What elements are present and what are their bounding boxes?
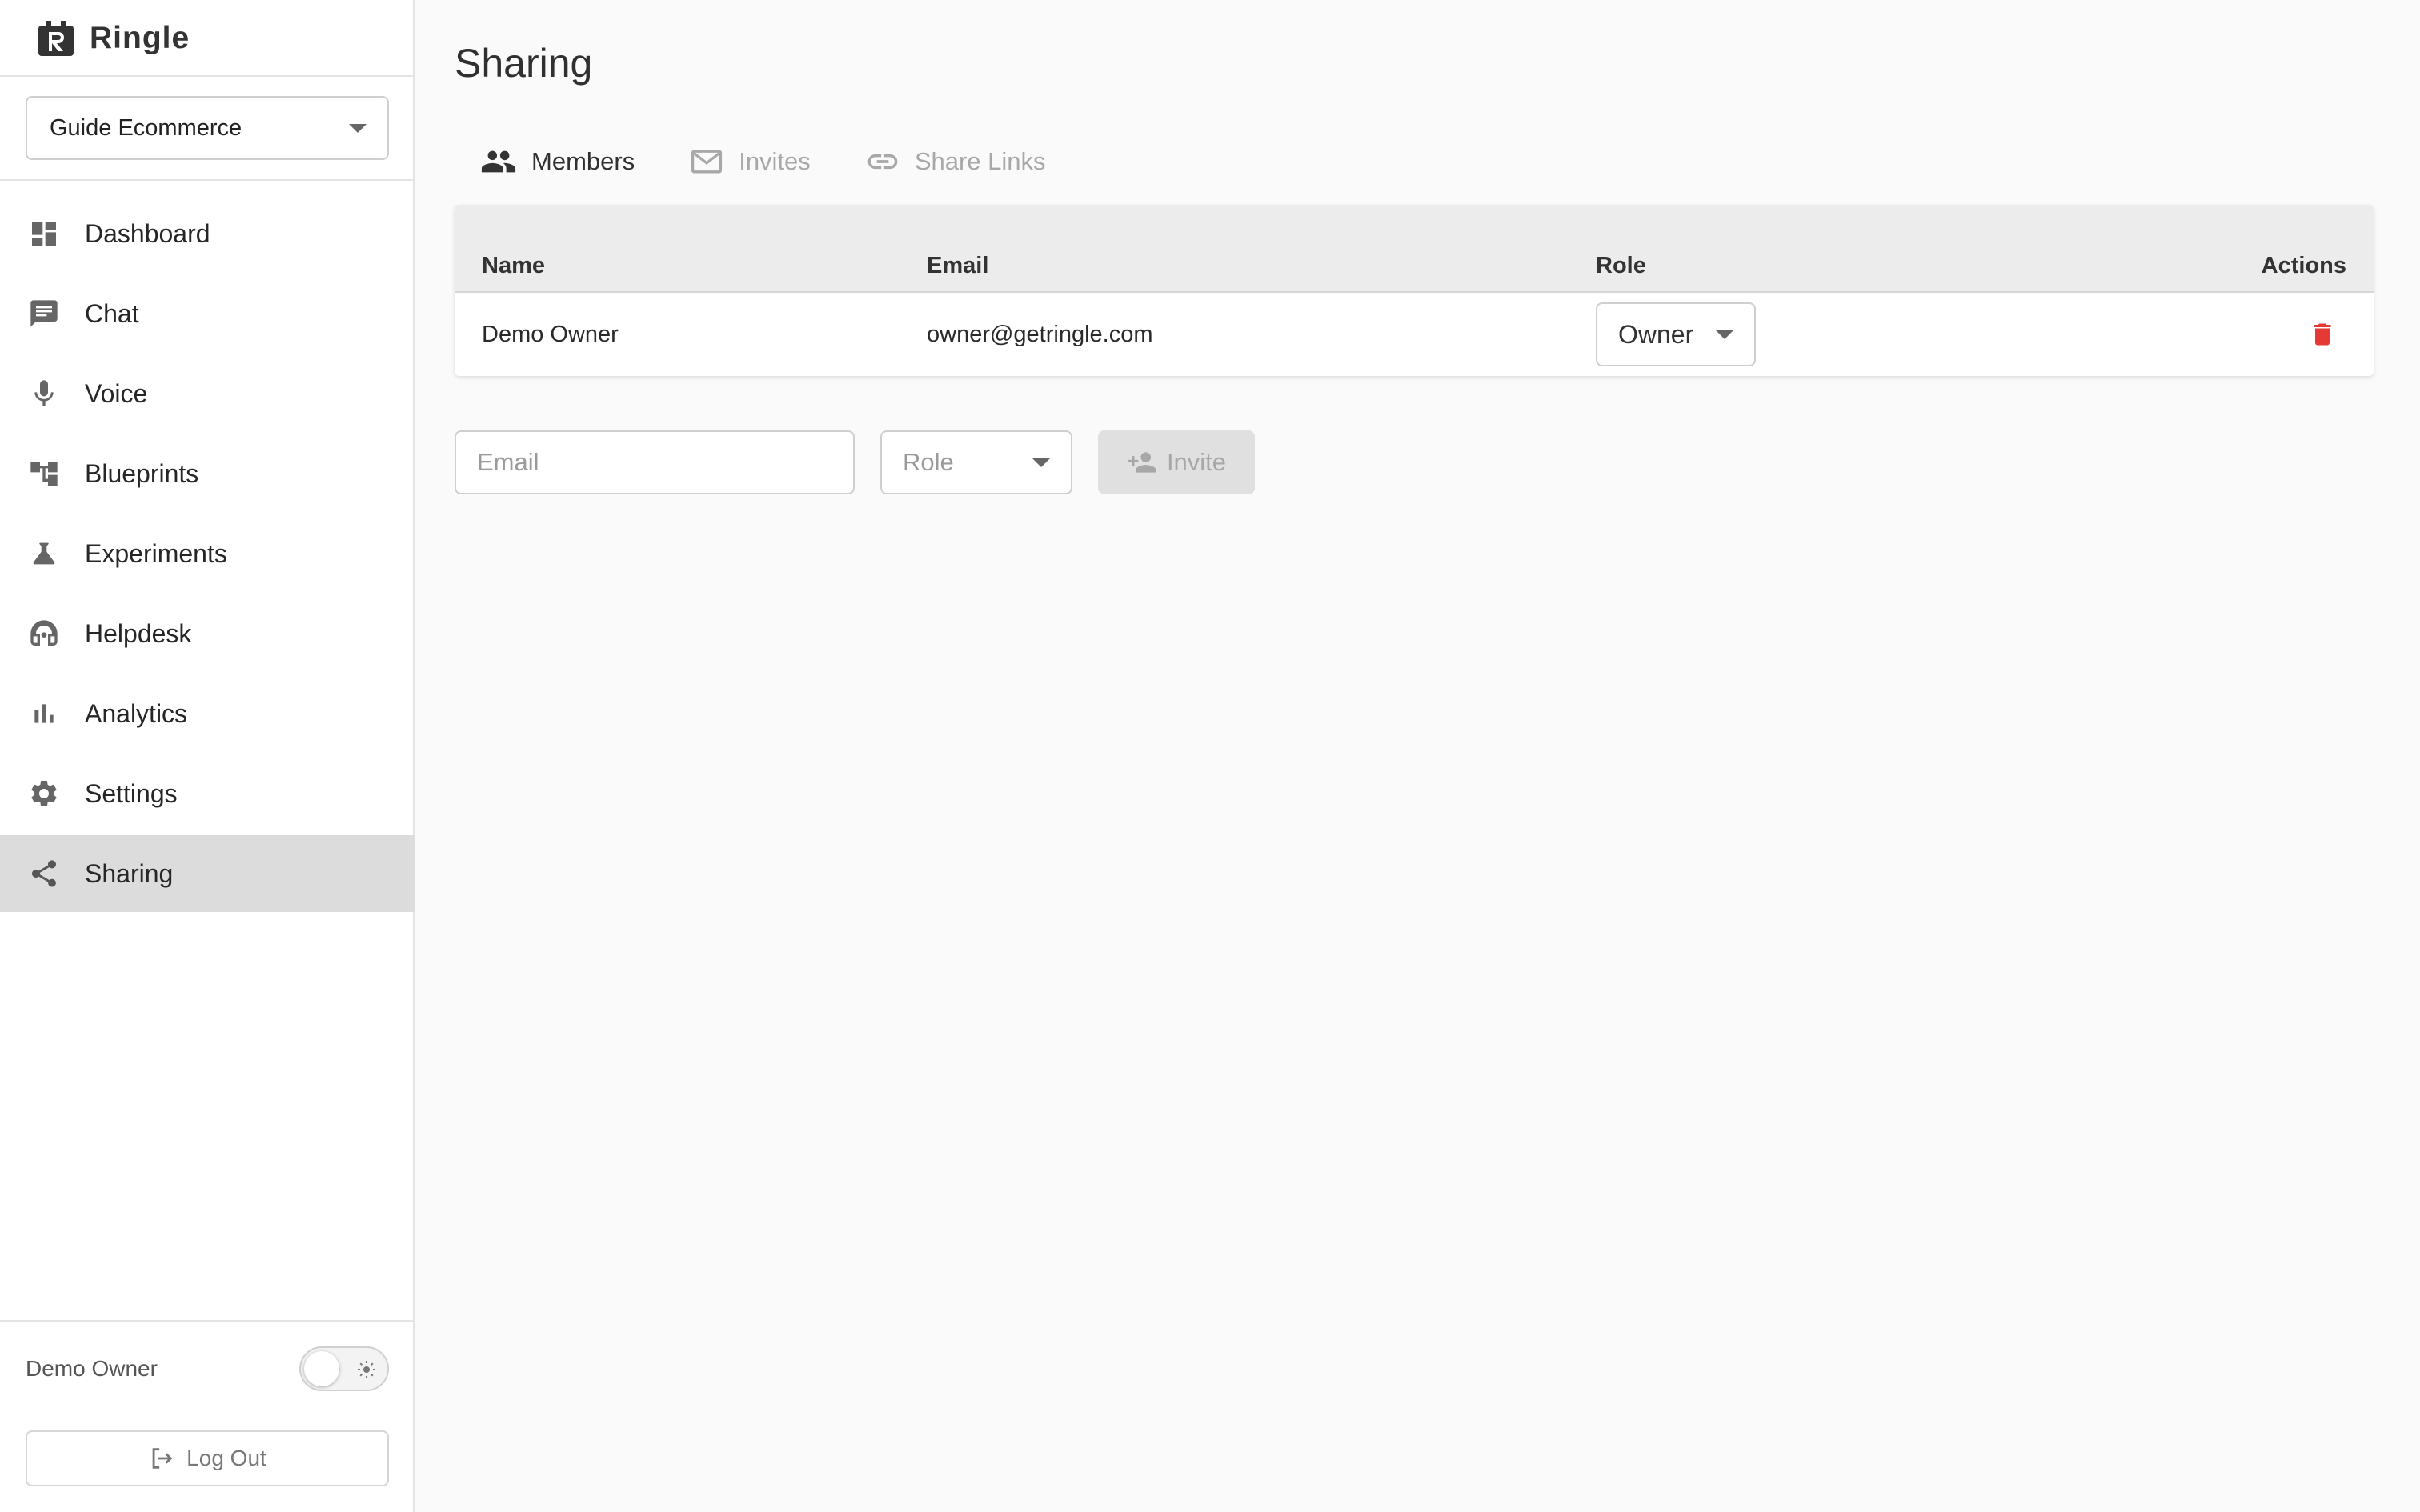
headset-icon bbox=[27, 617, 61, 650]
column-header-name[interactable]: Name bbox=[482, 253, 545, 279]
brand-name: Ringle bbox=[90, 21, 190, 55]
dashboard-icon bbox=[27, 217, 61, 250]
sun-icon bbox=[357, 1360, 376, 1379]
sidebar-item-blueprints[interactable]: Blueprints bbox=[0, 435, 415, 512]
microphone-icon bbox=[27, 377, 61, 410]
table-header: Name Email Role Actions bbox=[455, 205, 2374, 293]
project-select-value: Guide Ecommerce bbox=[50, 114, 242, 141]
sidebar-item-helpdesk[interactable]: Helpdesk bbox=[0, 595, 415, 672]
delete-icon[interactable] bbox=[2308, 320, 2337, 349]
column-header-role[interactable]: Role bbox=[1596, 253, 1646, 279]
sidebar-item-label: Sharing bbox=[85, 858, 174, 888]
divider bbox=[0, 179, 415, 181]
chevron-down-icon bbox=[1032, 458, 1050, 467]
sidebar-item-label: Analytics bbox=[85, 698, 188, 728]
member-name: Demo Owner bbox=[482, 322, 619, 347]
chat-icon bbox=[27, 297, 61, 330]
sidebar-item-label: Settings bbox=[85, 778, 178, 808]
gear-icon bbox=[27, 777, 61, 810]
member-role-value: Owner bbox=[1618, 319, 1694, 349]
page-title: Sharing bbox=[455, 41, 593, 86]
sidebar-item-analytics[interactable]: Analytics bbox=[0, 675, 415, 752]
sidebar-item-label: Chat bbox=[85, 298, 139, 328]
mail-icon bbox=[689, 144, 724, 179]
share-icon bbox=[27, 857, 61, 890]
sidebar-item-label: Voice bbox=[85, 378, 148, 408]
theme-toggle[interactable] bbox=[299, 1346, 389, 1391]
brand[interactable]: Ringle bbox=[37, 16, 190, 61]
tab-members[interactable]: Members bbox=[480, 141, 635, 182]
invite-email-input[interactable] bbox=[455, 430, 855, 494]
sidebar-item-settings[interactable]: Settings bbox=[0, 755, 415, 832]
user-row: Demo Owner bbox=[26, 1342, 389, 1395]
divider bbox=[0, 75, 415, 77]
member-email: owner@getringle.com bbox=[927, 322, 1153, 347]
sidebar-nav: Dashboard Chat Voice Blueprints Experime… bbox=[0, 195, 415, 915]
chevron-down-icon bbox=[1716, 330, 1733, 339]
invite-role-placeholder: Role bbox=[903, 448, 954, 476]
invite-role-select[interactable]: Role bbox=[880, 430, 1072, 494]
tab-share-links[interactable]: Share Links bbox=[865, 141, 1046, 182]
invite-button[interactable]: Invite bbox=[1098, 430, 1255, 494]
chevron-down-icon bbox=[349, 124, 367, 133]
divider bbox=[0, 1320, 415, 1322]
column-header-actions: Actions bbox=[2261, 253, 2346, 278]
ringle-logo-icon bbox=[37, 19, 75, 58]
add-person-icon bbox=[1127, 447, 1157, 478]
toggle-knob bbox=[304, 1351, 339, 1386]
invite-button-label: Invite bbox=[1166, 448, 1227, 476]
sidebar-item-chat[interactable]: Chat bbox=[0, 275, 415, 352]
sidebar-item-voice[interactable]: Voice bbox=[0, 355, 415, 432]
sidebar-item-dashboard[interactable]: Dashboard bbox=[0, 195, 415, 272]
flask-icon bbox=[27, 537, 61, 570]
logout-icon bbox=[148, 1445, 175, 1472]
logout-label: Log Out bbox=[186, 1446, 266, 1470]
sidebar-item-sharing[interactable]: Sharing bbox=[0, 835, 415, 912]
sidebar-item-label: Experiments bbox=[85, 538, 227, 568]
project-select[interactable]: Guide Ecommerce bbox=[26, 96, 389, 160]
user-name: Demo Owner bbox=[26, 1356, 158, 1381]
sidebar-item-label: Blueprints bbox=[85, 458, 199, 488]
tabs: Members Invites Share Links bbox=[480, 141, 1046, 182]
tab-label: Members bbox=[531, 147, 635, 175]
members-table: Name Email Role Actions Demo Owner owner… bbox=[455, 205, 2374, 376]
link-icon bbox=[865, 144, 900, 179]
table-row: Demo Owner owner@getringle.com Owner bbox=[455, 293, 2374, 376]
tab-invites[interactable]: Invites bbox=[689, 141, 811, 182]
sidebar: Ringle Guide Ecommerce Dashboard Chat Vo… bbox=[0, 0, 415, 1512]
sidebar-item-label: Dashboard bbox=[85, 218, 210, 248]
tab-label: Invites bbox=[739, 147, 811, 175]
column-header-email[interactable]: Email bbox=[927, 253, 988, 279]
tab-label: Share Links bbox=[914, 147, 1046, 175]
people-icon bbox=[480, 143, 517, 180]
blueprint-icon bbox=[27, 457, 61, 490]
bar-chart-icon bbox=[27, 697, 61, 730]
logout-button[interactable]: Log Out bbox=[26, 1430, 389, 1486]
sidebar-item-label: Helpdesk bbox=[85, 618, 192, 648]
sidebar-item-experiments[interactable]: Experiments bbox=[0, 515, 415, 592]
member-role-select[interactable]: Owner bbox=[1596, 302, 1756, 366]
